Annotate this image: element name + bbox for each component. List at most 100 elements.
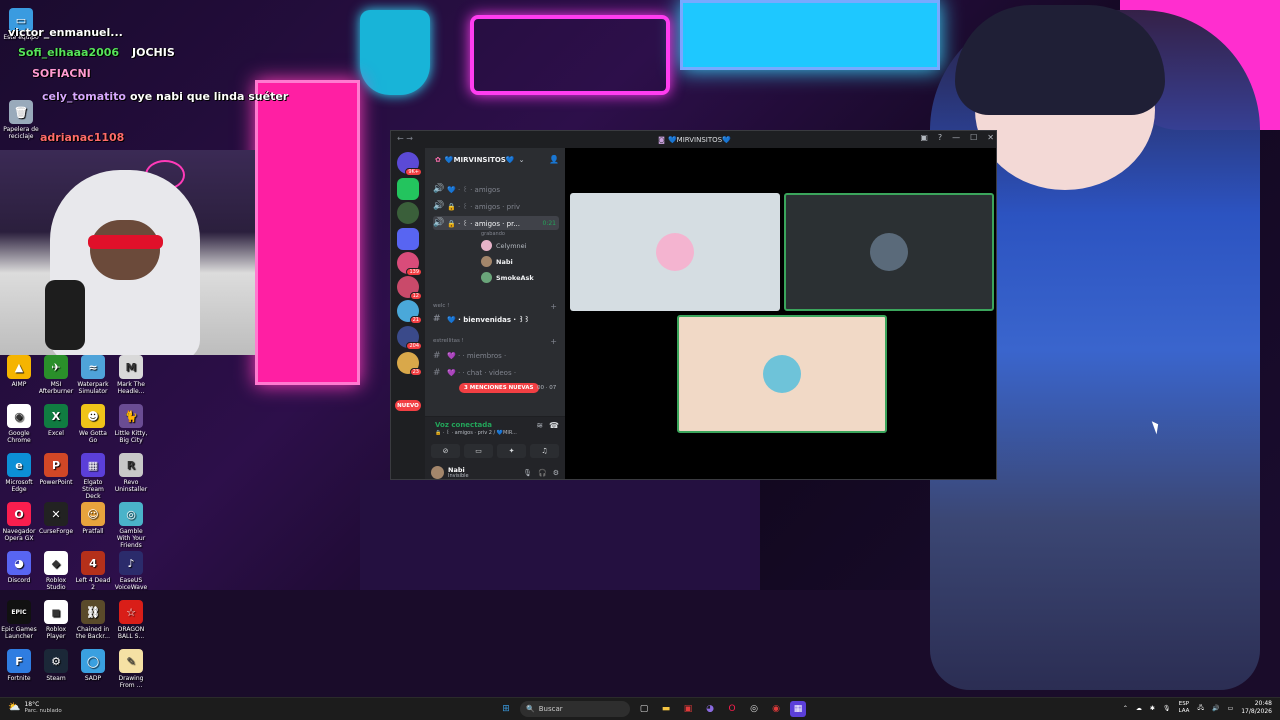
desktop-icon[interactable]: ☆ DRAGON BALL S... bbox=[112, 600, 150, 640]
server-button[interactable]: 12 bbox=[397, 276, 422, 300]
onedrive-icon[interactable]: ☁ bbox=[1136, 705, 1142, 712]
maximize-button[interactable]: ☐ bbox=[970, 133, 977, 142]
language-indicator[interactable]: ESP LAA bbox=[1179, 701, 1190, 715]
desktop-icon[interactable]: ◼ Roblox Player bbox=[37, 600, 75, 640]
text-channel[interactable]: # 💜 · · miembros · bbox=[433, 349, 559, 363]
screen-share-button[interactable]: ▭ bbox=[464, 444, 493, 458]
desktop-icon[interactable]: ☺ Pratfall bbox=[74, 502, 112, 535]
desktop-icon[interactable]: X Excel bbox=[37, 404, 75, 437]
plus-icon[interactable]: + bbox=[550, 302, 559, 311]
hash-icon: # bbox=[433, 351, 441, 361]
desktop-icon[interactable]: F Fortnite bbox=[0, 649, 38, 682]
discord-window[interactable]: ← → ◙ 💙MIRVINSITOS💙 ▣ ? — ☐ ✕ 9K+ 139 12… bbox=[390, 130, 997, 480]
desktop-icon[interactable]: 🐈 Little Kitty, Big City bbox=[112, 404, 150, 444]
server-dm-button[interactable]: 9K+ bbox=[397, 152, 422, 176]
category-header[interactable]: estrellitas ! + bbox=[433, 334, 559, 348]
voice-user[interactable]: SmokeAsk bbox=[481, 271, 534, 284]
headphones-icon[interactable]: 🎧 bbox=[538, 469, 547, 477]
server-button[interactable]: 23 bbox=[397, 352, 422, 376]
desktop-icon[interactable]: ⚙ Steam bbox=[37, 649, 75, 682]
desktop-icon[interactable]: EPIC Epic Games Launcher bbox=[0, 600, 38, 640]
app-icon[interactable]: ◉ bbox=[768, 701, 784, 717]
desktop-icon[interactable]: ✎ Drawing From ... bbox=[112, 649, 150, 689]
new-mentions-pill[interactable]: 3 MENCIONES NUEVAS bbox=[459, 383, 539, 393]
guild-header[interactable]: ✿ 💙MIRVINSITOS💙 ⌄ 👤 bbox=[425, 148, 565, 172]
chevron-up-icon[interactable]: ⌃ bbox=[1123, 705, 1128, 712]
desktop-icon[interactable]: ◎ Gamble With Your Friends bbox=[112, 502, 150, 549]
activities-button[interactable]: ✦ bbox=[497, 444, 526, 458]
opera-gx-icon[interactable]: O bbox=[724, 701, 740, 717]
desktop-icon[interactable]: 4 Left 4 Dead 2 bbox=[74, 551, 112, 591]
participant-tile-speaking[interactable] bbox=[677, 315, 887, 433]
voice-channel[interactable]: 🔊 🔒 · ꒰ · amigos · priv bbox=[433, 199, 559, 213]
voice-channel-path[interactable]: 🔒 · ꒰ · amigos · priv 2 / 💙MIR... bbox=[435, 430, 517, 436]
microphone-icon[interactable]: 🎙 bbox=[523, 469, 532, 477]
volume-icon[interactable]: 🔊 bbox=[1212, 705, 1219, 712]
voice-user[interactable]: Nabi bbox=[481, 255, 513, 268]
text-channel[interactable]: # 💙 · bienvenidas · ꒱꒱ bbox=[433, 312, 559, 326]
discord-taskbar-icon[interactable]: ◕ bbox=[702, 701, 718, 717]
text-channel[interactable]: # 💜 · · chat · videos · bbox=[433, 366, 559, 380]
desktop-icon[interactable]: ◉ Google Chrome bbox=[0, 404, 38, 444]
participant-tile[interactable] bbox=[570, 193, 780, 311]
desktop-icon[interactable]: P PowerPoint bbox=[37, 453, 75, 486]
camera-off-button[interactable]: ⊘ bbox=[431, 444, 460, 458]
microphone-icon[interactable]: 🎙 bbox=[1163, 705, 1171, 712]
battery-icon[interactable]: ▭ bbox=[1228, 705, 1234, 712]
avatar bbox=[481, 240, 492, 251]
plus-icon[interactable]: + bbox=[550, 337, 559, 346]
network-icon[interactable]: 🖧 bbox=[1197, 703, 1204, 713]
desktop-icon[interactable]: ♪ EaseUS VoiceWave bbox=[112, 551, 150, 591]
voice-channel[interactable]: 🔊 💙 · ꒰ · amigos bbox=[433, 182, 559, 196]
desktop-icon[interactable]: ◯ SADP bbox=[74, 649, 112, 682]
app-icon[interactable]: ▣ bbox=[680, 701, 696, 717]
file-explorer-icon[interactable]: ▬ bbox=[658, 701, 674, 717]
desktop-icon[interactable]: O Navegador Opera GX bbox=[0, 502, 38, 542]
nav-arrows-icon[interactable]: ← → bbox=[397, 134, 413, 143]
minimize-button[interactable]: — bbox=[952, 133, 960, 142]
desktop-icon[interactable]: ▦ Elgato Stream Deck bbox=[74, 453, 112, 500]
search-input[interactable]: 🔍 Buscar bbox=[520, 701, 630, 717]
help-icon[interactable]: ? bbox=[938, 133, 942, 142]
avatar[interactable] bbox=[431, 466, 444, 479]
desktop-icon[interactable]: e Microsoft Edge bbox=[0, 453, 38, 493]
voice-channel-active[interactable]: 🔊 🔒 · ꒰ · amigos · pr... 0:21 bbox=[433, 216, 559, 230]
disconnect-icon[interactable]: ☎ bbox=[549, 421, 559, 430]
server-folder-button[interactable] bbox=[397, 228, 419, 250]
server-button[interactable] bbox=[397, 202, 419, 224]
desktop-icon[interactable]: ⛓ Chained in the Backr... bbox=[74, 600, 112, 640]
app-icon: ▲ bbox=[7, 355, 31, 379]
app-icon[interactable]: ◎ bbox=[746, 701, 762, 717]
category-header[interactable]: welc ! + bbox=[433, 299, 559, 313]
desktop-icon[interactable]: R Revo Uninstaller bbox=[112, 453, 150, 493]
noise-suppression-icon[interactable]: ≋ bbox=[536, 421, 543, 430]
gear-icon[interactable]: ⚙ bbox=[553, 469, 559, 477]
participant-tile-speaking[interactable] bbox=[784, 193, 994, 311]
server-button[interactable]: 139 bbox=[397, 252, 422, 276]
server-button[interactable]: 204 bbox=[397, 326, 422, 350]
stream-deck-icon[interactable]: ▦ bbox=[790, 701, 806, 717]
task-view-icon[interactable]: ▢ bbox=[636, 701, 652, 717]
desktop-icon[interactable]: M Mark The Headle... bbox=[112, 355, 150, 395]
clock[interactable]: 20:48 17/8/2026 bbox=[1241, 700, 1272, 716]
desktop-icon[interactable]: ◆ Roblox Studio bbox=[37, 551, 75, 591]
window-titlebar[interactable]: ← → ◙ 💙MIRVINSITOS💙 ▣ ? — ☐ ✕ bbox=[391, 131, 996, 148]
streamer-face bbox=[90, 220, 160, 280]
desktop-icon[interactable]: ≈ Waterpark Simulator bbox=[74, 355, 112, 395]
bluetooth-icon[interactable]: ✱ bbox=[1150, 705, 1155, 712]
weather-widget[interactable]: ⛅ 18°C Parc. nublado bbox=[8, 701, 62, 714]
desktop-icon[interactable]: ◕ Discord bbox=[0, 551, 38, 584]
close-button[interactable]: ✕ bbox=[987, 133, 994, 142]
desktop-icon[interactable]: ▲ AIMP bbox=[0, 355, 38, 388]
desktop-icon[interactable]: ☻ We Gotta Go bbox=[74, 404, 112, 444]
new-unreads-pill[interactable]: NUEVO bbox=[395, 400, 421, 411]
desktop-icon[interactable]: ✕ CurseForge bbox=[37, 502, 75, 535]
server-button[interactable] bbox=[397, 178, 419, 200]
invite-people-icon[interactable]: 👤 bbox=[549, 155, 559, 164]
voice-user[interactable]: Celymnei bbox=[481, 239, 526, 252]
server-button[interactable]: 21 bbox=[397, 300, 422, 324]
soundboard-button[interactable]: ♫ bbox=[530, 444, 559, 458]
start-button[interactable]: ⊞ bbox=[498, 701, 514, 717]
desktop-icon[interactable]: ✈ MSI Afterburner bbox=[37, 355, 75, 395]
inbox-icon[interactable]: ▣ bbox=[920, 133, 928, 142]
